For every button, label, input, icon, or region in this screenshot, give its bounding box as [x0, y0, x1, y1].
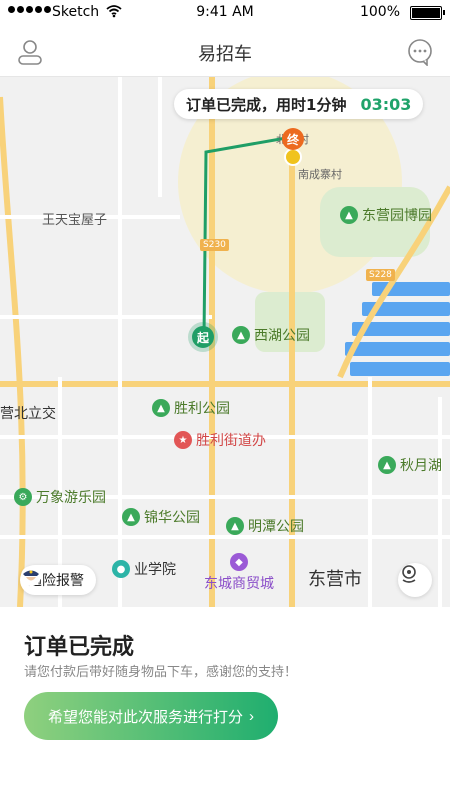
poi-qiuyue[interactable]: ▲ 秋月湖	[378, 455, 442, 475]
page-title: 易招车	[198, 44, 252, 65]
poi-shengli-park[interactable]: ▲ 胜利公园	[152, 398, 230, 418]
sheet-subtitle: 请您付款后带好随身物品下车，感谢您的支持！	[24, 665, 298, 680]
car-location-dot	[284, 148, 302, 166]
city-label: 东营市	[308, 569, 362, 590]
poi-wanxiang[interactable]: ⚙ 万象游乐园	[14, 487, 106, 507]
status-bar: Sketch 9:41 AM 100%	[0, 0, 450, 26]
police-icon	[21, 566, 41, 586]
poi-mingtan[interactable]: ▲ 明潭公园	[226, 516, 304, 536]
locate-button[interactable]	[398, 563, 432, 597]
poi-college[interactable]: ● 业学院	[112, 559, 176, 579]
battery-icon	[410, 6, 445, 20]
order-complete-sheet: 订单已完成 请您付款后带好随身物品下车，感谢您的支持！ 希望您能对此次服务进行打…	[0, 607, 450, 800]
nav-bar: 易招车	[0, 26, 450, 77]
end-pin: 终	[282, 128, 304, 150]
map-background	[0, 77, 450, 607]
alarm-button[interactable]: 遇险报警	[20, 565, 96, 595]
rate-service-button[interactable]: 希望您能对此次服务进行打分 ›	[24, 692, 278, 740]
chat-icon[interactable]	[406, 38, 434, 66]
poi-shengli-office[interactable]: ★ 胜利街道办	[174, 430, 266, 450]
place-wangtianbao: 王天宝屋子	[42, 213, 108, 228]
star-icon: ★	[174, 431, 192, 449]
park-icon: ▲	[226, 517, 244, 535]
start-pin: 起	[192, 326, 214, 348]
battery-percent: 100%	[359, 4, 400, 20]
amusement-icon: ⚙	[14, 488, 32, 506]
road-sign-s230: S230	[200, 239, 229, 251]
chevron-right-icon: ›	[249, 707, 254, 725]
trip-banner: 订单已完成，用时1分钟 03:03	[174, 89, 424, 119]
trip-status-text: 订单已完成，用时1分钟	[186, 95, 347, 114]
park-icon: ▲	[340, 206, 358, 224]
poi-jinhua[interactable]: ▲ 锦华公园	[122, 507, 200, 527]
school-icon: ●	[112, 560, 130, 578]
park-icon: ▲	[122, 508, 140, 526]
sheet-title: 订单已完成	[24, 635, 135, 660]
map-view[interactable]: S230 S228 北寨村 南成寨村 王天宝屋子 营北立交 东营市 ▲东营园博园…	[0, 77, 450, 607]
place-interchange: 营北立交	[0, 406, 56, 422]
locate-icon	[402, 565, 416, 583]
rate-button-label: 希望您能对此次服务进行打分	[47, 708, 243, 726]
poi-dongcheng[interactable]: ◆ 东城商贸城	[204, 553, 274, 593]
shopping-icon: ◆	[230, 553, 248, 571]
road-sign-s228: S228	[366, 269, 395, 281]
park-icon: ▲	[378, 456, 396, 474]
poi-xihu[interactable]: ▲ 西湖公园	[232, 325, 310, 345]
trip-duration: 03:03	[360, 94, 412, 114]
place-nanchengzhai: 南成寨村	[298, 168, 342, 181]
park-icon: ▲	[152, 399, 170, 417]
park-icon: ▲	[232, 326, 250, 344]
poi-yuanbo[interactable]: ▲ 东营园博园	[340, 205, 432, 225]
